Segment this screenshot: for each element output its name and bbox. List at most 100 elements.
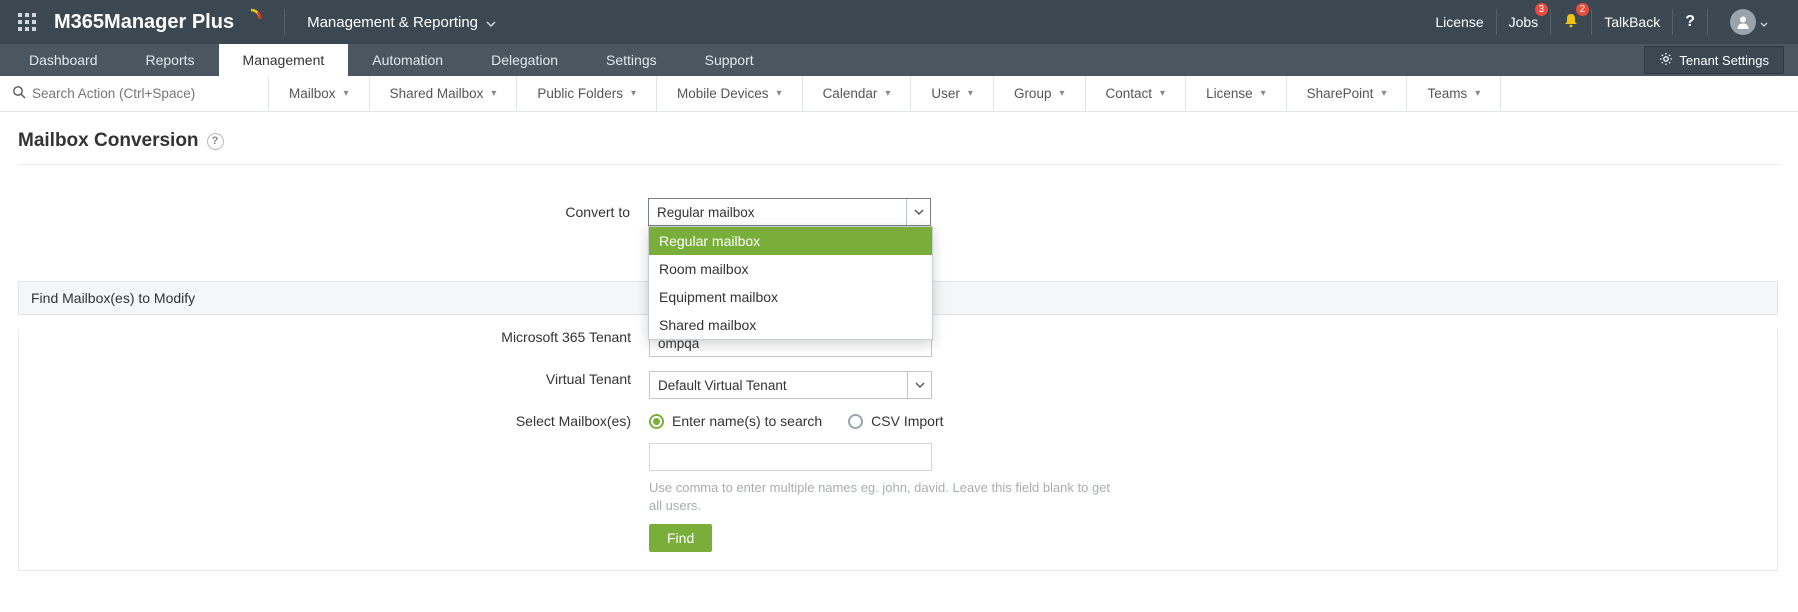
brand-logo-icon bbox=[240, 8, 262, 36]
divider bbox=[18, 164, 1780, 165]
vtenant-select[interactable]: Default Virtual Tenant bbox=[649, 371, 932, 399]
convert-to-value: Regular mailbox bbox=[657, 205, 755, 220]
convert-to-label: Convert to bbox=[18, 204, 648, 220]
tab-delegation[interactable]: Delegation bbox=[467, 44, 582, 76]
help-icon: ? bbox=[1685, 13, 1695, 31]
option-regular-mailbox[interactable]: Regular mailbox bbox=[649, 227, 932, 255]
radio-dot-icon bbox=[848, 414, 863, 429]
subnav-user[interactable]: User ▾ bbox=[911, 76, 994, 112]
select-mailboxes-label: Select Mailbox(es) bbox=[19, 413, 649, 429]
help-button[interactable]: ? bbox=[1673, 9, 1708, 35]
convert-to-dropdown: Regular mailbox Room mailbox Equipment m… bbox=[648, 226, 933, 340]
brand: M365 Manager Plus bbox=[54, 8, 262, 36]
find-button[interactable]: Find bbox=[649, 524, 712, 552]
row-names-input: Use comma to enter multiple names eg. jo… bbox=[19, 443, 1777, 552]
radio-enter-names-label: Enter name(s) to search bbox=[672, 413, 822, 429]
topbar: M365 Manager Plus Management & Reporting… bbox=[0, 0, 1798, 44]
subnav-label: Teams bbox=[1427, 86, 1467, 101]
page-content: Mailbox Conversion ? Convert to Regular … bbox=[0, 112, 1798, 589]
jobs-label: Jobs bbox=[1509, 14, 1539, 30]
chevron-down-icon: ▾ bbox=[885, 88, 890, 99]
subnav-label: User bbox=[931, 86, 960, 101]
convert-to-control: Regular mailbox Regular mailbox Room mai… bbox=[648, 198, 938, 226]
topbar-right: License Jobs 3 2 TalkBack ? bbox=[1423, 9, 1780, 35]
jobs-link[interactable]: Jobs 3 bbox=[1497, 9, 1552, 35]
notif-badge: 2 bbox=[1576, 3, 1590, 16]
subnav-label: Calendar bbox=[823, 86, 878, 101]
tab-management[interactable]: Management bbox=[219, 44, 349, 76]
talkback-label: TalkBack bbox=[1604, 14, 1660, 30]
radio-enter-names[interactable]: Enter name(s) to search bbox=[649, 413, 822, 429]
chevron-down-icon: ▾ bbox=[968, 88, 973, 99]
subnav-shared-mailbox[interactable]: Shared Mailbox ▾ bbox=[370, 76, 518, 112]
names-input[interactable] bbox=[649, 443, 932, 471]
apps-grid-icon[interactable] bbox=[18, 13, 36, 31]
chevron-down-icon: ▾ bbox=[631, 88, 636, 99]
tab-reports[interactable]: Reports bbox=[122, 44, 219, 76]
brand-bold: M365 bbox=[54, 11, 104, 34]
notifications-button[interactable]: 2 bbox=[1551, 9, 1592, 35]
search-icon bbox=[12, 85, 26, 103]
subnav-teams[interactable]: Teams ▾ bbox=[1407, 76, 1501, 112]
chevron-down-icon: ▾ bbox=[777, 88, 782, 99]
convert-to-select[interactable]: Regular mailbox Regular mailbox Room mai… bbox=[648, 198, 931, 226]
subnav-sharepoint[interactable]: SharePoint ▾ bbox=[1287, 76, 1408, 112]
chevron-down-icon: ▾ bbox=[1059, 88, 1064, 99]
chevron-down-icon: ▾ bbox=[1160, 88, 1165, 99]
jobs-badge: 3 bbox=[1535, 3, 1549, 16]
subnav-label: SharePoint bbox=[1307, 86, 1374, 101]
tab-dashboard[interactable]: Dashboard bbox=[5, 44, 122, 76]
names-hint: Use comma to enter multiple names eg. jo… bbox=[649, 479, 1119, 514]
chevron-down-icon bbox=[907, 372, 931, 398]
vtenant-label: Virtual Tenant bbox=[19, 371, 649, 387]
subnav-label: Group bbox=[1014, 86, 1052, 101]
vtenant-control: Default Virtual Tenant bbox=[649, 371, 939, 399]
subnav-group[interactable]: Group ▾ bbox=[994, 76, 1086, 112]
user-avatar-icon bbox=[1730, 9, 1756, 35]
subnav-label: Public Folders bbox=[537, 86, 623, 101]
subnav: Mailbox ▾ Shared Mailbox ▾ Public Folders ▾… bbox=[0, 76, 1798, 112]
help-icon[interactable]: ? bbox=[207, 133, 224, 150]
subnav-public-folders[interactable]: Public Folders ▾ bbox=[517, 76, 657, 112]
option-room-mailbox[interactable]: Room mailbox bbox=[649, 255, 932, 283]
subnav-mobile-devices[interactable]: Mobile Devices▾ bbox=[657, 76, 803, 112]
tab-settings[interactable]: Settings bbox=[582, 44, 681, 76]
search-action-wrap bbox=[6, 76, 269, 112]
subnav-calendar[interactable]: Calendar ▾ bbox=[803, 76, 912, 112]
subnav-label: Mailbox bbox=[289, 86, 336, 101]
names-input-wrap: Use comma to enter multiple names eg. jo… bbox=[649, 443, 1119, 552]
select-mailboxes-control: Enter name(s) to search CSV Import bbox=[649, 413, 944, 429]
chevron-down-icon: ▾ bbox=[1381, 88, 1386, 99]
tenant-label: Microsoft 365 Tenant bbox=[19, 329, 649, 345]
tab-automation[interactable]: Automation bbox=[348, 44, 467, 76]
row-convert-to: Convert to Regular mailbox Regular mailb… bbox=[18, 193, 1778, 231]
subnav-license[interactable]: License▾ bbox=[1186, 76, 1287, 112]
chevron-down-icon: ▾ bbox=[491, 88, 496, 99]
subnav-label: Shared Mailbox bbox=[390, 86, 484, 101]
talkback-link[interactable]: TalkBack bbox=[1592, 9, 1673, 35]
form-area: Convert to Regular mailbox Regular mailb… bbox=[18, 193, 1778, 571]
chevron-down-icon: ▾ bbox=[1475, 88, 1480, 99]
radio-csv-label: CSV Import bbox=[871, 413, 943, 429]
top-section-dropdown[interactable]: Management & Reporting bbox=[307, 14, 496, 31]
page-title-text: Mailbox Conversion bbox=[18, 130, 199, 152]
license-link[interactable]: License bbox=[1423, 9, 1496, 35]
user-menu[interactable] bbox=[1708, 9, 1780, 35]
radio-dot-selected-icon bbox=[649, 414, 664, 429]
tab-support[interactable]: Support bbox=[681, 44, 778, 76]
chevron-down-icon bbox=[906, 199, 930, 225]
subnav-mailbox[interactable]: Mailbox ▾ bbox=[269, 76, 370, 112]
radio-csv-import[interactable]: CSV Import bbox=[848, 413, 943, 429]
top-section-label: Management & Reporting bbox=[307, 14, 478, 31]
search-action-input[interactable] bbox=[32, 81, 262, 107]
main-tabs: Dashboard Reports Management Automation … bbox=[0, 44, 1798, 76]
option-equipment-mailbox[interactable]: Equipment mailbox bbox=[649, 283, 932, 311]
subnav-label: Contact bbox=[1106, 86, 1153, 101]
row-virtual-tenant: Virtual Tenant Default Virtual Tenant bbox=[19, 371, 1777, 399]
row-select-mailboxes: Select Mailbox(es) Enter name(s) to sear… bbox=[19, 413, 1777, 429]
subnav-contact[interactable]: Contact ▾ bbox=[1086, 76, 1187, 112]
subnav-label: License bbox=[1206, 86, 1253, 101]
option-shared-mailbox[interactable]: Shared mailbox bbox=[649, 311, 932, 339]
chevron-down-icon: ▾ bbox=[344, 88, 349, 99]
tenant-settings-button[interactable]: Tenant Settings bbox=[1644, 46, 1784, 74]
